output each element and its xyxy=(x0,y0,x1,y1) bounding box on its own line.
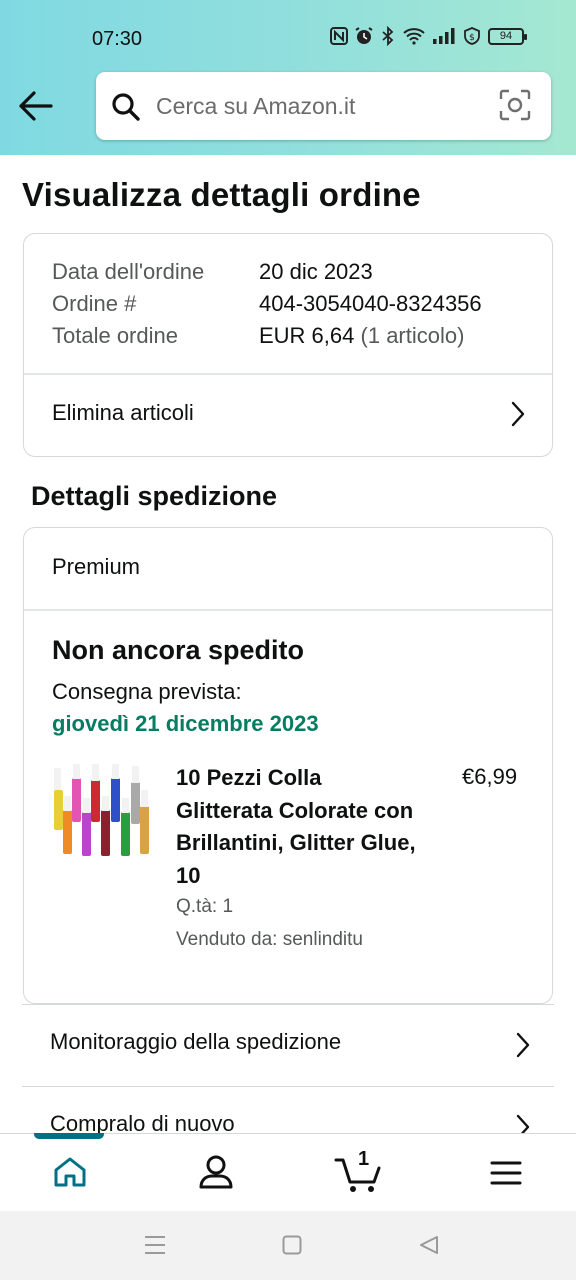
wifi-icon xyxy=(403,28,425,45)
account-icon xyxy=(199,1155,233,1189)
search-input[interactable] xyxy=(156,88,486,124)
order-date-value: 20 dic 2023 xyxy=(259,259,373,284)
order-total-items: (1 articolo) xyxy=(360,323,465,348)
card-divider xyxy=(24,609,552,611)
home-nav-icon[interactable] xyxy=(282,1235,302,1255)
delivery-date: giovedì 21 dicembre 2023 xyxy=(52,711,319,736)
battery-icon: 94 xyxy=(488,27,527,45)
tab-account[interactable] xyxy=(144,1134,288,1212)
tab-home[interactable] xyxy=(0,1134,144,1212)
cart-count-badge: 1 xyxy=(358,1148,370,1170)
product-quantity: Q.tà: 1 xyxy=(176,896,234,917)
bluetooth-icon xyxy=(382,26,394,46)
home-icon xyxy=(54,1157,86,1187)
product-title[interactable]: 10 Pezzi Colla Glitterata Colorate con B… xyxy=(176,762,416,892)
back-nav-icon[interactable] xyxy=(418,1235,440,1255)
svg-text:$: $ xyxy=(469,33,475,43)
search-icon xyxy=(112,93,140,121)
product-price: €6,99 xyxy=(462,764,518,789)
track-shipment-label: Monitoraggio della spedizione xyxy=(50,1029,342,1054)
battery-level: 94 xyxy=(499,29,513,42)
shield-icon: $ xyxy=(464,27,480,45)
order-date-label: Data dell'ordine xyxy=(52,259,205,284)
status-icons: $ 94 xyxy=(330,26,527,46)
page-title: Visualizza dettagli ordine xyxy=(22,176,421,213)
delivery-label: Consegna prevista: xyxy=(52,679,242,704)
order-number-label: Ordine # xyxy=(52,291,137,316)
camera-scan-icon[interactable] xyxy=(499,89,531,121)
shipment-status: Non ancora spedito xyxy=(52,635,305,665)
order-summary-card: Data dell'ordine 20 dic 2023 Ordine # 40… xyxy=(23,233,553,457)
nfc-icon xyxy=(330,27,348,45)
chevron-right-icon xyxy=(511,401,525,427)
recent-apps-icon[interactable] xyxy=(144,1235,166,1255)
bottom-tab-bar: 1 xyxy=(0,1133,576,1211)
shipping-service: Premium xyxy=(52,554,141,579)
delete-items-row[interactable]: Elimina articoli xyxy=(24,375,552,456)
status-bar: 07:30 $ 94 xyxy=(0,0,576,72)
tab-cart[interactable] xyxy=(288,1134,432,1212)
chevron-right-icon xyxy=(516,1032,530,1058)
product-seller: Venduto da: senlinditu xyxy=(176,929,363,950)
tab-menu[interactable] xyxy=(432,1134,576,1212)
shipping-heading: Dettagli spedizione xyxy=(31,481,278,511)
app-header: 07:30 $ 94 xyxy=(0,0,576,155)
track-shipment-row[interactable]: Monitoraggio della spedizione xyxy=(22,1004,554,1086)
order-total-amount: EUR 6,64 xyxy=(259,323,355,348)
order-number-value: 404-3054040-8324356 xyxy=(259,291,482,316)
arrow-left-icon xyxy=(19,91,53,121)
back-button[interactable] xyxy=(18,86,54,126)
alarm-icon xyxy=(355,27,373,44)
status-time: 07:30 xyxy=(92,28,143,50)
signal-icon xyxy=(433,28,455,44)
shipping-card: Premium Non ancora spedito Consegna prev… xyxy=(23,527,553,1004)
order-total-label: Totale ordine xyxy=(52,323,178,348)
menu-icon xyxy=(490,1161,522,1185)
product-image[interactable] xyxy=(51,762,155,862)
order-total-value: EUR 6,64 (1 articolo) xyxy=(259,323,464,349)
glitter-glue-image xyxy=(54,764,149,856)
search-bar[interactable] xyxy=(96,72,551,140)
system-nav-bar xyxy=(0,1211,576,1280)
delete-items-label: Elimina articoli xyxy=(52,400,194,425)
